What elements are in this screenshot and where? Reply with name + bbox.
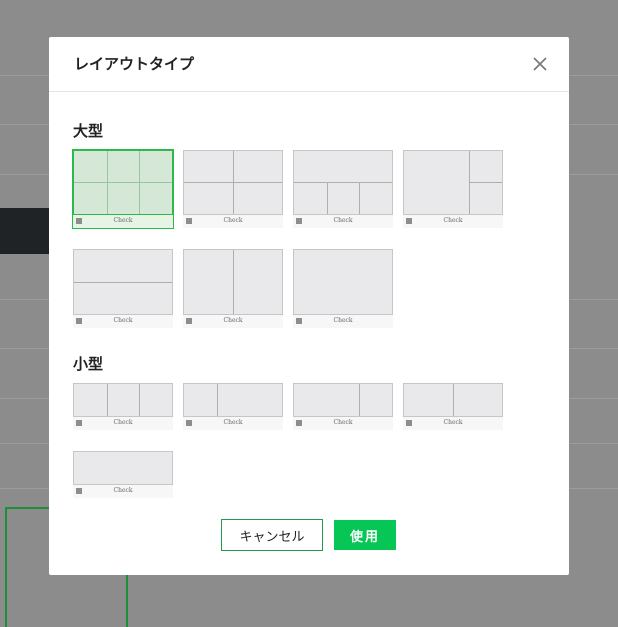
layout-thumbnail [293, 150, 393, 215]
dialog-title: レイアウトタイプ [74, 55, 195, 73]
check-label: Check [443, 419, 463, 426]
check-label: Check [443, 217, 463, 224]
dialog-header: レイアウトタイプ [49, 37, 569, 92]
layout-thumbnail [183, 249, 283, 315]
section-title-large: 大型 [73, 122, 104, 140]
section-title-small: 小型 [73, 355, 104, 373]
layout-thumbnail [183, 150, 283, 215]
check-label: Check [223, 217, 243, 224]
check-label: Check [223, 419, 243, 426]
layout-thumbnail [403, 150, 503, 215]
layout-thumbnail [293, 383, 393, 417]
check-label: Check [113, 317, 133, 324]
check-label: Check [223, 317, 243, 324]
layout-option-large-4-grid[interactable]: Check [183, 150, 283, 228]
layout-type-dialog: レイアウトタイプ 大型 Check Check Check Check Chec… [49, 37, 569, 575]
close-button[interactable] [531, 55, 549, 73]
layout-option-large-6-grid[interactable]: Check [72, 149, 174, 229]
layout-thumbnail [73, 150, 173, 215]
layout-option-small-1-full[interactable]: Check [73, 451, 173, 498]
check-label: Check [113, 487, 133, 494]
check-label: Check [333, 419, 353, 426]
layout-thumbnail [73, 383, 173, 417]
layout-thumbnail [183, 383, 283, 417]
close-icon [533, 57, 547, 71]
layout-option-small-1-wide-1-narrow[interactable]: Check [293, 383, 393, 430]
layout-option-small-2-cols[interactable]: Check [403, 383, 503, 430]
check-label: Check [333, 217, 353, 224]
layout-option-large-1-full[interactable]: Check [293, 249, 393, 328]
check-label: Check [113, 419, 133, 426]
layout-thumbnail [73, 249, 173, 315]
layout-thumbnail [73, 451, 173, 485]
layout-option-large-2-cols[interactable]: Check [183, 249, 283, 328]
layout-thumbnail [293, 249, 393, 315]
layout-option-large-2-rows[interactable]: Check [73, 249, 173, 328]
check-label: Check [333, 317, 353, 324]
layout-option-small-1-narrow-1-wide[interactable]: Check [183, 383, 283, 430]
layout-option-large-1-top-3-bottom[interactable]: Check [293, 150, 393, 228]
layout-option-small-3-cols[interactable]: Check [73, 383, 173, 430]
layout-thumbnail [403, 383, 503, 417]
cancel-button[interactable]: キャンセル [221, 519, 323, 551]
layout-option-large-1-left-2-right[interactable]: Check [403, 150, 503, 228]
use-button[interactable]: 使用 [334, 520, 396, 550]
check-label: Check [113, 217, 133, 224]
